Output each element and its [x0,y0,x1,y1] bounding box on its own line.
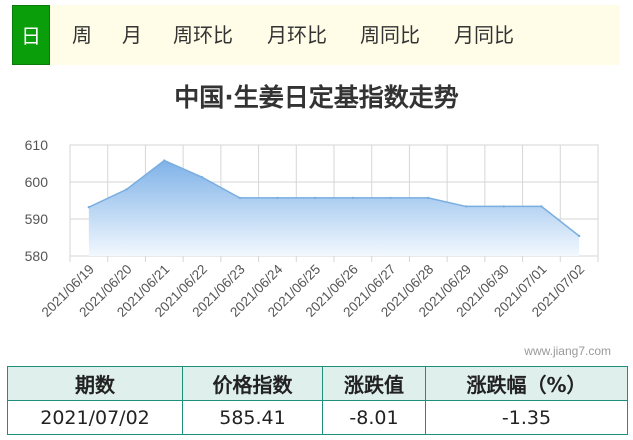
cell-change-value: -8.01 [322,400,426,435]
tab-week-year-over-year[interactable]: 周同比 [360,5,420,65]
summary-table: 期数 价格指数 涨跌值 涨跌幅（%） 2021/07/02 585.41 -8.… [7,366,628,435]
tab-month-over-month[interactable]: 月环比 [267,5,327,65]
tab-week-over-week[interactable]: 周环比 [173,5,233,65]
data-point [389,196,392,200]
header-change-value: 涨跌值 [322,366,426,401]
tab-day[interactable]: 日 [12,5,50,65]
summary-header-row: 期数 价格指数 涨跌值 涨跌幅（%） [7,366,628,401]
y-tick-label: 590 [25,211,49,227]
watermark: www.jiang7.com [524,344,611,358]
data-point [464,205,468,208]
data-point [502,205,505,208]
data-point [577,234,581,238]
table-row: 2021/07/02 585.41 -8.01 -1.35 [7,400,628,435]
data-point [125,188,128,191]
data-point [427,196,430,200]
cell-change-percent: -1.35 [425,400,628,435]
tab-month-year-over-year[interactable]: 月同比 [454,5,514,65]
y-tick-label: 600 [25,174,49,190]
tab-week[interactable]: 周 [72,5,92,65]
y-tick-label: 610 [25,137,49,153]
tab-month[interactable]: 月 [122,5,142,65]
header-period: 期数 [7,366,183,401]
data-point [276,196,279,200]
data-point [238,196,241,200]
cell-period: 2021/07/02 [7,400,183,435]
y-tick-label: 580 [25,248,49,264]
data-point [351,196,355,200]
chart-title: 中国·生姜日定基指数走势 [174,83,459,112]
data-point [200,175,204,179]
data-point [540,205,543,208]
index-trend-chart: 5805906006102021/06/192021/06/202021/06/… [25,137,599,320]
period-tab-bar: 日 周 月 周环比 月环比 周同比 月同比 [12,5,620,65]
data-point [163,159,166,162]
cell-price-index: 585.41 [182,400,323,435]
header-price-index: 价格指数 [182,366,323,401]
data-point [87,205,91,209]
header-change-percent: 涨跌幅（%） [425,366,628,401]
data-point [313,196,317,200]
